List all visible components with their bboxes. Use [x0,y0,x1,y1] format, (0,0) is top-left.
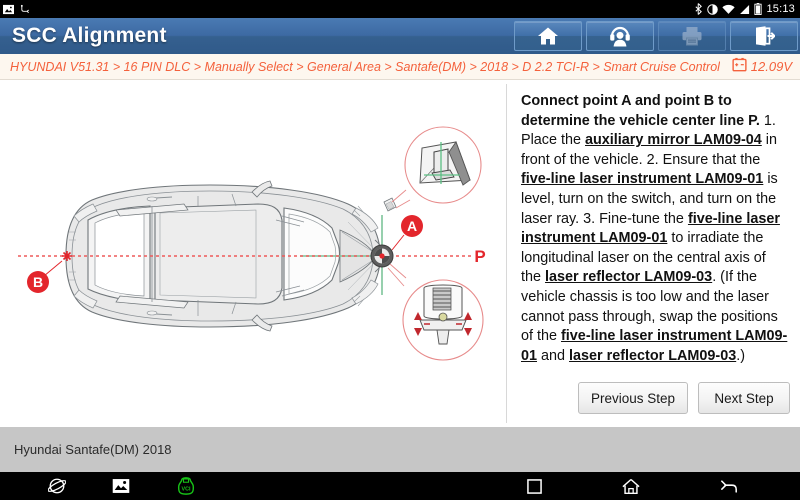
app-title-bar: SCC Alignment [0,18,800,54]
step-number: 2. [646,151,659,168]
recent-apps-icon[interactable] [527,478,542,494]
step-text: Fine-tune the [599,210,688,227]
home-icon[interactable] [622,478,640,495]
main-content: B A P Connect point A and point B to det… [0,80,800,427]
instruction-step-3: 3. Fine-tune the five-line laser instrum… [521,211,787,364]
nav-bar-left: VCI [0,477,196,495]
step-navigation: Previous Step Next Step [577,382,790,414]
home-button[interactable] [514,21,582,51]
browser-icon[interactable] [48,477,66,495]
status-bar-left-icons [3,4,31,15]
signal-icon [739,4,750,15]
step-text: and [537,347,570,364]
next-step-button[interactable]: Next Step [698,382,790,414]
point-b-label: B [33,274,43,290]
auxiliary-mirror-callout [391,126,482,209]
do-not-disturb-icon [707,3,719,15]
step-text: Ensure that the [662,151,761,168]
point-a-marker [370,244,394,268]
point-a-leader [391,234,405,251]
instruction-text: Connect point A and point B to determine… [521,92,788,366]
vehicle-diagram-svg: B A P [18,126,486,361]
android-nav-bar: VCI [0,472,800,500]
previous-step-button[interactable]: Previous Step [577,382,688,414]
step-text: Place the [521,132,585,149]
battery-icon [732,57,747,77]
voltage-indicator: 12.09V [732,57,792,77]
header-button-group [510,21,798,51]
vehicle-diagram: B A P [0,80,506,427]
part-highlight: laser reflector LAM09-03 [569,347,737,364]
support-button[interactable] [586,21,654,51]
step-number: 3. [583,210,596,227]
instruction-heading: Connect point A and point B to determine… [521,93,760,129]
image-icon [3,4,14,15]
vehicle-info-label: Hyundai Santafe(DM) 2018 [14,442,172,457]
exit-icon [753,26,775,46]
bluetooth-icon [694,3,703,15]
center-line-label: P [474,247,485,266]
breadcrumb-bar: HYUNDAI V51.31 > 16 PIN DLC > Manually S… [0,54,800,80]
exit-button[interactable] [730,21,798,51]
point-a-label: A [407,218,417,234]
home-icon [537,26,559,46]
voltage-value: 12.09V [750,59,792,74]
part-highlight: five-line laser instrument LAM09-01 [521,171,764,188]
part-highlight: auxiliary mirror LAM09-04 [585,132,762,149]
page-title: SCC Alignment [12,24,167,47]
headset-icon [609,26,631,47]
printer-icon [681,26,703,46]
point-b-leader [43,260,63,277]
point-b-marker [62,251,72,261]
screenshot-icon[interactable] [112,478,130,494]
breadcrumb: HYUNDAI V51.31 > 16 PIN DLC > Manually S… [10,59,720,74]
back-icon[interactable] [720,478,738,494]
laser-instrument-callout [387,263,484,361]
wifi-icon [722,4,736,15]
part-highlight: laser reflector LAM09-03 [545,269,713,286]
tablet-screen: 15:13 SCC Alignment HYUNDAI V51.31 > 16 … [0,0,800,500]
instruction-panel: Connect point A and point B to determine… [507,80,800,427]
android-status-bar: 15:13 [0,0,800,18]
print-button[interactable] [658,21,726,51]
vehicle-info-footer: Hyundai Santafe(DM) 2018 [0,427,800,472]
step-number: 1. [763,112,776,129]
nav-bar-right [527,478,800,495]
status-bar-clock: 15:13 [766,3,795,15]
status-bar-right-icons: 15:13 [694,3,795,15]
svg-text:VCI: VCI [182,487,191,493]
usb-debug-icon [20,4,31,15]
battery-icon [754,3,763,15]
vci-icon[interactable]: VCI [176,477,196,495]
step-text: .) [736,347,745,364]
